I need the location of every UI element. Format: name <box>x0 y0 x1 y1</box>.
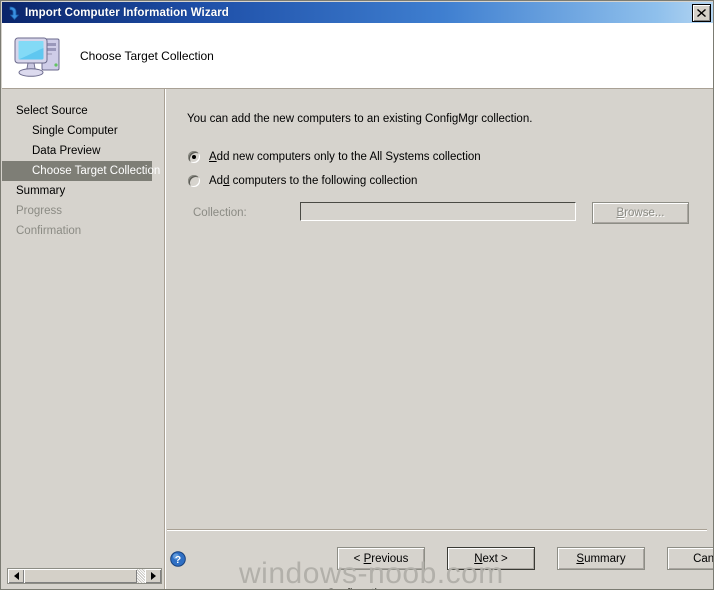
svg-text:?: ? <box>175 554 181 566</box>
btn-0-after: revious <box>371 552 409 565</box>
sidebar-item-progress[interactable]: Progress <box>2 201 162 221</box>
sidebar-nav-list: Select Source Single Computer Data Preview… <box>2 101 162 241</box>
wizard-sidebar: Select Source Single Computer Data Preview… <box>2 89 162 589</box>
radio-following-collection[interactable] <box>188 175 200 187</box>
wizard-window: Import Computer Information Wizard Choos… <box>0 0 714 590</box>
sidebar-item-data-preview[interactable]: Data Preview <box>2 141 162 161</box>
footer-separator <box>167 529 707 531</box>
import-arrow-icon <box>5 5 21 21</box>
scrollbar-track[interactable] <box>137 569 145 583</box>
option-following-collection-label: Add computers to the following collectio… <box>209 175 417 187</box>
option-1-after: dd new computers only to the All Systems… <box>216 151 481 163</box>
close-icon <box>697 9 706 17</box>
page-title: Choose Target Collection <box>80 48 214 63</box>
option-2-after: computers to the following collection <box>229 175 418 187</box>
sidebar-item-summary[interactable]: Summary <box>2 181 162 201</box>
sidebar-item-single-computer[interactable]: Single Computer <box>2 121 162 141</box>
btn-2-after: ummary <box>584 552 626 565</box>
option-following-collection[interactable]: Add computers to the following collectio… <box>188 175 417 187</box>
sidebar-horizontal-scrollbar[interactable] <box>7 568 162 584</box>
sidebar-item-confirmation[interactable]: Confirmation <box>2 221 162 241</box>
help-question-icon[interactable]: ? <box>170 551 186 567</box>
collection-input[interactable] <box>300 202 576 221</box>
btn-2-accel: S <box>576 552 585 565</box>
summary-button[interactable]: Summary <box>557 547 645 570</box>
window-title: Import Computer Information Wizard <box>25 6 229 19</box>
btn-1-after: ext > <box>482 552 508 565</box>
option-1-accel: A <box>209 151 217 163</box>
option-2-before: Ad <box>209 175 224 187</box>
title-bar: Import Computer Information Wizard <box>2 2 713 23</box>
computer-icon <box>12 31 70 81</box>
btn-1-accel: N <box>474 552 483 565</box>
browse-button[interactable]: Browse... <box>592 202 689 224</box>
wizard-content: You can add the new computers to an exis… <box>167 89 713 589</box>
scrollbar-thumb[interactable] <box>24 569 137 583</box>
next-button[interactable]: Next > <box>447 547 535 570</box>
sidebar-item-select-source[interactable]: Select Source <box>2 101 162 121</box>
cancel-button[interactable]: Cancel <box>667 547 714 570</box>
wizard-header: Choose Target Collection <box>2 23 713 89</box>
browse-after: rowse... <box>624 207 665 219</box>
btn-3-before: Cancel <box>693 552 714 565</box>
option-all-systems-label: Add new computers only to the All System… <box>209 151 481 163</box>
close-button[interactable] <box>692 4 711 22</box>
btn-0-before: < <box>353 552 364 565</box>
intro-text: You can add the new computers to an exis… <box>187 113 533 125</box>
option-all-systems[interactable]: Add new computers only to the All System… <box>188 151 481 163</box>
scroll-left-icon[interactable] <box>8 569 24 583</box>
previous-button[interactable]: < Previous <box>337 547 425 570</box>
collection-label: Collection: <box>193 207 247 219</box>
footer-buttons: < Previous Next > Summary Cancel <box>337 547 714 570</box>
radio-all-systems[interactable] <box>188 151 200 163</box>
scroll-right-icon[interactable] <box>145 569 161 583</box>
sidebar-content-divider <box>164 89 166 589</box>
sidebar-item-choose-target-collection[interactable]: Choose Target Collection <box>2 161 160 181</box>
